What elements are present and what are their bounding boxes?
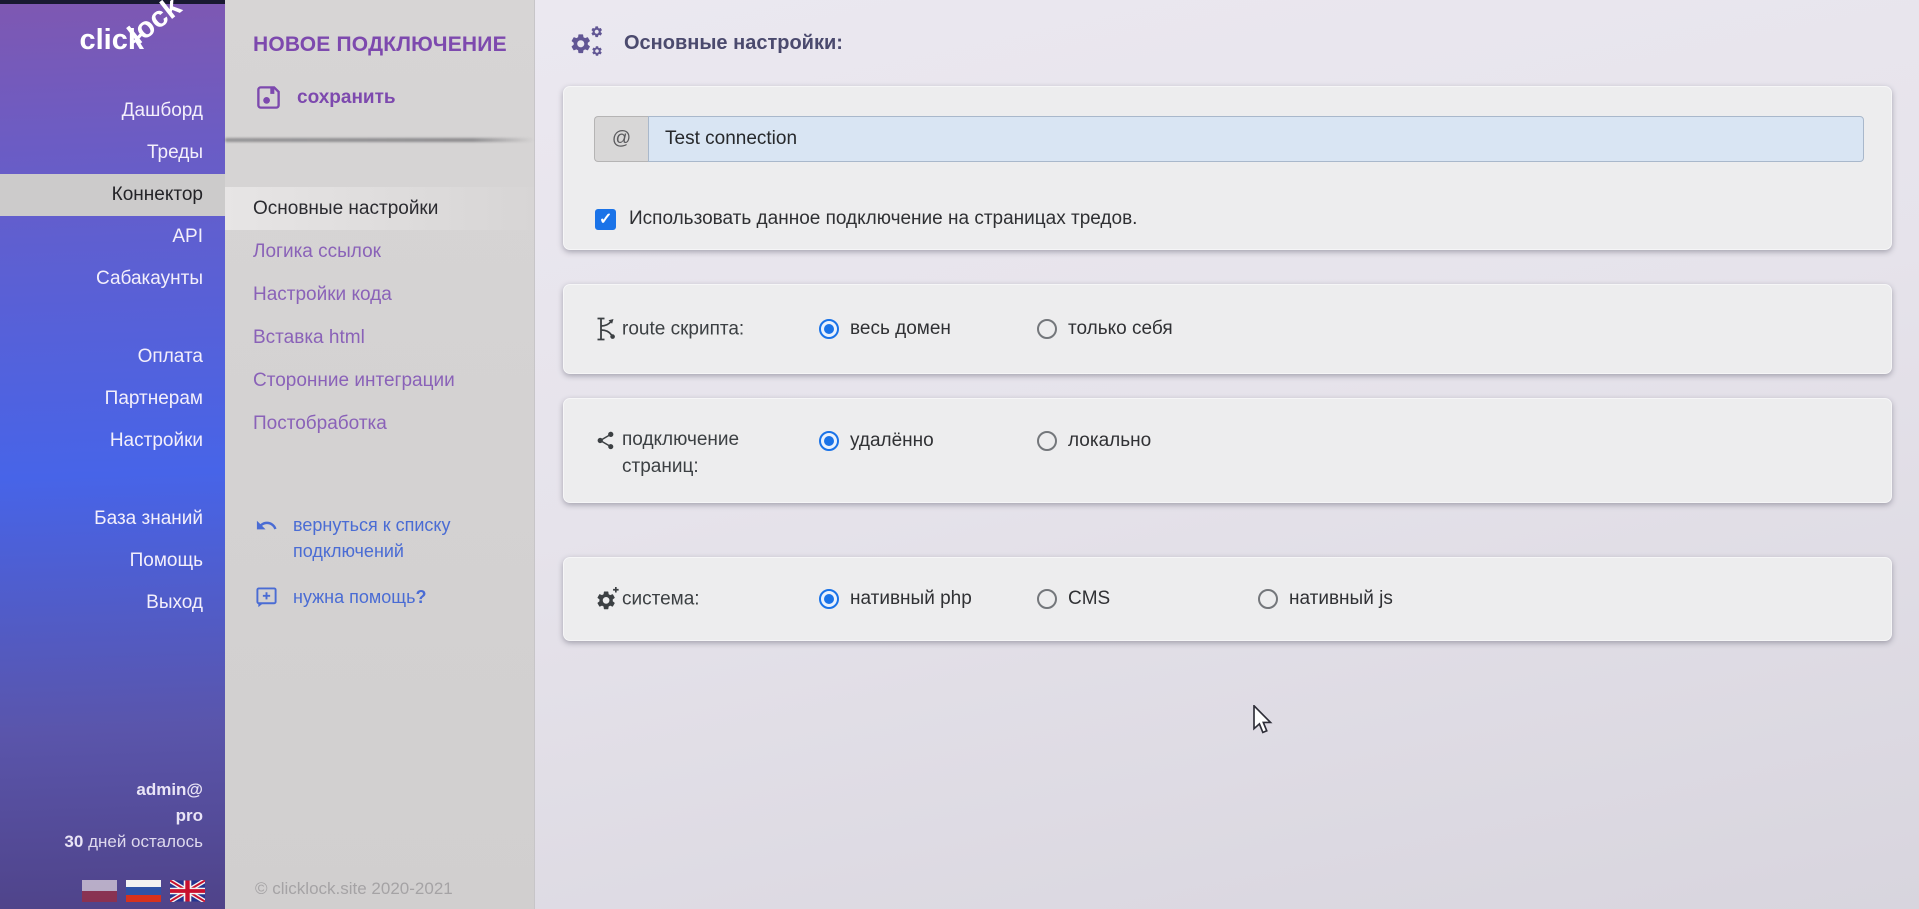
use-on-threads-checkbox[interactable] bbox=[595, 209, 616, 230]
sidebar-item-subaccounts[interactable]: Сабакаунты bbox=[0, 258, 225, 300]
panel-links: вернуться к списку подключений нужна пом… bbox=[255, 512, 510, 630]
flag-uk-icon[interactable] bbox=[170, 880, 205, 902]
undo-icon bbox=[255, 512, 278, 564]
route-card: route скрипта: весь домен только себя bbox=[563, 284, 1892, 374]
system-option-native-php[interactable]: нативный php bbox=[819, 588, 972, 610]
sidebar-item-threads[interactable]: Треды bbox=[0, 132, 225, 174]
flag-poland-icon[interactable] bbox=[82, 880, 117, 902]
panel-title: НОВОЕ ПОДКЛЮЧЕНИЕ bbox=[225, 0, 534, 57]
panel-menu-item-integrations[interactable]: Сторонние интеграции bbox=[225, 359, 534, 402]
route-icon bbox=[595, 316, 617, 342]
save-icon bbox=[255, 84, 282, 111]
help-link-label: нужна помощь? bbox=[293, 584, 426, 610]
system-label: система: bbox=[622, 586, 792, 613]
panel-menu-item-code-settings[interactable]: Настройки кода bbox=[225, 273, 534, 316]
radio-icon[interactable] bbox=[819, 431, 839, 451]
content-title: Основные настройки: bbox=[624, 32, 843, 55]
route-label: route скрипта: bbox=[622, 316, 792, 343]
account-days-left: 30 дней осталось bbox=[0, 829, 203, 855]
connection-panel: НОВОЕ ПОДКЛЮЧЕНИЕ сохранить Основные нас… bbox=[225, 0, 535, 909]
radio-icon[interactable] bbox=[819, 319, 839, 339]
route-option-whole-domain[interactable]: весь домен bbox=[819, 318, 951, 340]
radio-icon[interactable] bbox=[1037, 319, 1057, 339]
system-option-native-js[interactable]: нативный js bbox=[1258, 588, 1393, 610]
sidebar-item-help[interactable]: Помощь bbox=[0, 540, 225, 582]
save-button[interactable]: сохранить bbox=[255, 84, 534, 111]
sidebar-item-connector[interactable]: Коннектор bbox=[0, 174, 225, 216]
connection-name-input[interactable] bbox=[648, 116, 1864, 162]
panel-menu-item-main-settings[interactable]: Основные настройки bbox=[225, 187, 534, 230]
need-help-link[interactable]: нужна помощь? bbox=[255, 584, 510, 610]
sidebar-item-partners[interactable]: Партнерам bbox=[0, 378, 225, 420]
panel-menu-item-postprocessing[interactable]: Постобработка bbox=[225, 402, 534, 445]
gear-plus-icon bbox=[595, 587, 620, 612]
system-option-cms[interactable]: CMS bbox=[1037, 588, 1110, 610]
at-prefix-icon: @ bbox=[594, 116, 648, 162]
radio-label: нативный js bbox=[1289, 588, 1393, 610]
sidebar-item-knowledge-base[interactable]: База знаний bbox=[0, 498, 225, 540]
panel-menu-item-link-logic[interactable]: Логика ссылок bbox=[225, 230, 534, 273]
sidebar: clicklock Дашборд Треды Коннектор API Са… bbox=[0, 0, 225, 909]
radio-label: весь домен bbox=[850, 318, 951, 340]
app: clicklock Дашборд Треды Коннектор API Са… bbox=[0, 0, 1919, 909]
back-to-connections-link[interactable]: вернуться к списку подключений bbox=[255, 512, 510, 564]
route-option-only-self[interactable]: только себя bbox=[1037, 318, 1173, 340]
radio-label: локально bbox=[1068, 430, 1151, 452]
radio-label: CMS bbox=[1068, 588, 1110, 610]
sidebar-item-dashboard[interactable]: Дашборд bbox=[0, 90, 225, 132]
sidebar-nav: Дашборд Треды Коннектор API Сабакаунты О… bbox=[0, 90, 225, 624]
pages-option-local[interactable]: локально bbox=[1037, 430, 1151, 452]
pages-connection-card: подключение страниц: удалённо локально bbox=[563, 398, 1892, 503]
logo[interactable]: clicklock bbox=[79, 24, 199, 57]
pages-connection-label: подключение страниц: bbox=[622, 426, 792, 480]
sidebar-item-payment[interactable]: Оплата bbox=[0, 336, 225, 378]
radio-icon[interactable] bbox=[1258, 589, 1278, 609]
sidebar-item-logout[interactable]: Выход bbox=[0, 582, 225, 624]
radio-label: только себя bbox=[1068, 318, 1173, 340]
share-icon bbox=[595, 429, 616, 452]
flag-russia-icon[interactable] bbox=[126, 880, 161, 902]
panel-divider bbox=[225, 138, 534, 142]
account-info: admin@ pro 30 дней осталось bbox=[0, 777, 203, 855]
use-on-threads-row: Использовать данное подключение на стран… bbox=[595, 208, 1137, 230]
radio-label: удалённо bbox=[850, 430, 934, 452]
radio-icon[interactable] bbox=[819, 589, 839, 609]
panel-menu: Основные настройки Логика ссылок Настрой… bbox=[225, 187, 534, 445]
save-button-label: сохранить bbox=[297, 87, 396, 109]
account-plan: pro bbox=[0, 803, 203, 829]
comment-plus-icon bbox=[255, 584, 278, 610]
sidebar-item-api[interactable]: API bbox=[0, 216, 225, 258]
radio-icon[interactable] bbox=[1037, 431, 1057, 451]
radio-label: нативный php bbox=[850, 588, 972, 610]
panel-menu-item-html-insert[interactable]: Вставка html bbox=[225, 316, 534, 359]
gears-icon bbox=[569, 26, 607, 60]
connection-name-group: @ bbox=[594, 116, 1864, 162]
connection-name-card: @ Использовать данное подключение на стр… bbox=[563, 86, 1892, 250]
account-email: admin@ bbox=[0, 777, 203, 803]
back-link-label: вернуться к списку подключений bbox=[293, 512, 473, 564]
sidebar-item-settings[interactable]: Настройки bbox=[0, 420, 225, 462]
pages-option-remote[interactable]: удалённо bbox=[819, 430, 934, 452]
main-content: Основные настройки: @ Использовать данно… bbox=[535, 0, 1919, 909]
copyright-footer: © clicklock.site 2020-2021 bbox=[255, 879, 453, 899]
content-header: Основные настройки: bbox=[535, 0, 1919, 60]
system-card: система: нативный php CMS нативный js bbox=[563, 557, 1892, 641]
language-flags bbox=[82, 880, 205, 902]
use-on-threads-label: Использовать данное подключение на стран… bbox=[629, 208, 1137, 230]
radio-icon[interactable] bbox=[1037, 589, 1057, 609]
